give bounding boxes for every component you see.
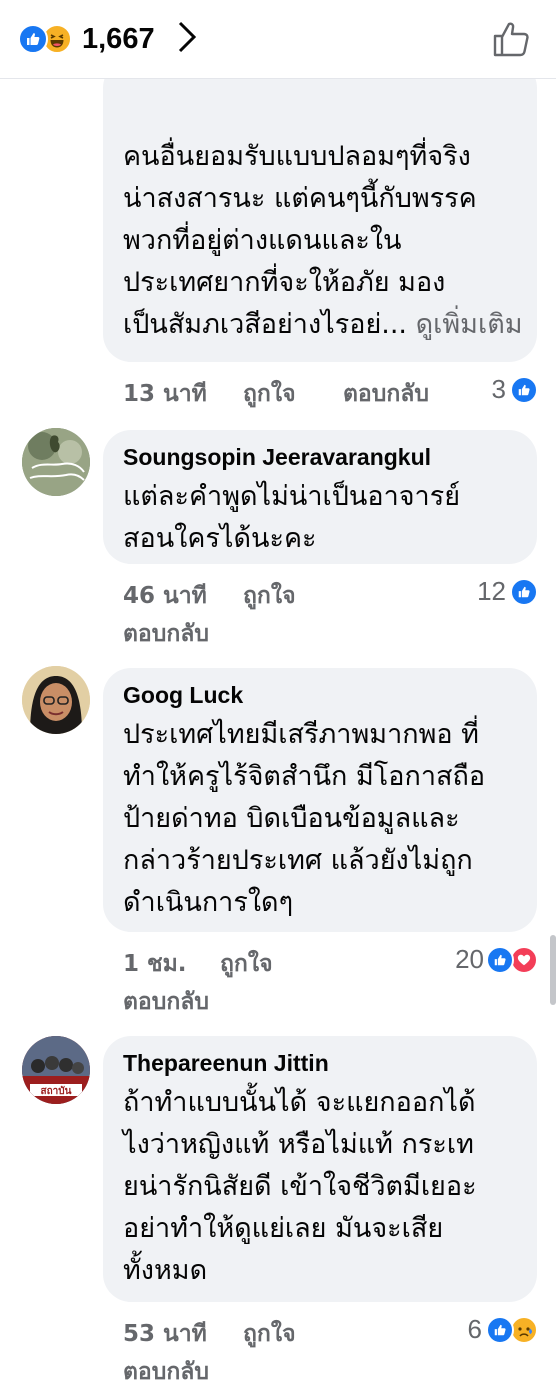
- comment-reactions[interactable]: 3: [492, 374, 538, 405]
- reaction-summary[interactable]: 1,667: [18, 20, 155, 58]
- comment-time: 46 นาที: [123, 583, 207, 609]
- comment-text: แต่ละคำพูดไม่น่าเป็นอาจารย์ สอนใครได้นะค…: [123, 481, 461, 554]
- avatar[interactable]: สถาบัน: [22, 1036, 90, 1104]
- reaction-count: 6: [467, 1314, 482, 1344]
- comment-author[interactable]: Goog Luck: [123, 682, 243, 709]
- like-icon: [18, 24, 48, 54]
- avatar[interactable]: [22, 428, 90, 496]
- chevron-right-icon[interactable]: [176, 20, 198, 62]
- reaction-count: 1,667: [82, 22, 155, 55]
- comment-reactions[interactable]: 6: [468, 1314, 538, 1345]
- like-icon: [510, 375, 538, 404]
- reaction-count: 20: [455, 944, 484, 974]
- comment-time: 13 นาที: [123, 381, 207, 407]
- comment-reactions[interactable]: 20: [455, 944, 538, 975]
- reaction-count: 3: [491, 374, 506, 404]
- comment-bubble: คนอื่นยอมรับแบบปลอมๆที่จริง น่าสงสารนะ แ…: [103, 60, 537, 362]
- reaction-count: 12: [477, 576, 506, 606]
- like-icon: [510, 577, 538, 606]
- reply-link[interactable]: ตอบกลับ: [123, 984, 209, 1020]
- comment-bubble: Goog Luck ประเทศไทยมีเสรีภาพมากพอ ที่ ทำ…: [103, 668, 537, 932]
- comment-text: คนอื่นยอมรับแบบปลอมๆที่จริง น่าสงสารนะ แ…: [123, 94, 533, 346]
- sad-icon: [510, 1315, 538, 1344]
- svg-text:สถาบัน: สถาบัน: [41, 1085, 72, 1097]
- comment-text: ประเทศไทยมีเสรีภาพมากพอ ที่ ทำให้ครูไร้จ…: [123, 719, 486, 918]
- reactions-bar: 1,667: [0, 0, 556, 79]
- scrollbar[interactable]: [550, 935, 556, 1005]
- comment-bubble: Thepareenun Jittin ถ้าทำแบบนั้นได้ จะแยก…: [103, 1036, 537, 1302]
- like-icon: [486, 945, 514, 974]
- see-more-link[interactable]: ดูเพิ่มเติม: [416, 309, 523, 340]
- like-link[interactable]: ถูกใจ: [220, 946, 273, 982]
- thumbs-up-outline-icon[interactable]: [492, 20, 530, 58]
- love-icon: [510, 945, 538, 974]
- comment-reactions[interactable]: 12: [477, 576, 538, 607]
- like-link[interactable]: ถูกใจ: [243, 376, 296, 412]
- like-link[interactable]: ถูกใจ: [243, 1316, 296, 1352]
- avatar[interactable]: [22, 666, 90, 734]
- comment-bubble: Soungsopin Jeeravarangkul แต่ละคำพูดไม่น…: [103, 430, 537, 564]
- reply-link[interactable]: ตอบกลับ: [343, 376, 429, 412]
- comment-text: ถ้าทำแบบนั้นได้ จะแยกออกได้ ไงว่าหญิงแท้…: [123, 1087, 477, 1286]
- comment-author[interactable]: Thepareenun Jittin: [123, 1050, 329, 1077]
- reply-link[interactable]: ตอบกลับ: [123, 616, 209, 652]
- comment-author[interactable]: Soungsopin Jeeravarangkul: [123, 444, 431, 471]
- comment-time: 53 นาที: [123, 1321, 207, 1347]
- like-icon: [486, 1315, 514, 1344]
- like-link[interactable]: ถูกใจ: [243, 578, 296, 614]
- comment-time: 1 ชม.: [123, 951, 187, 977]
- reply-link[interactable]: ตอบกลับ: [123, 1354, 209, 1390]
